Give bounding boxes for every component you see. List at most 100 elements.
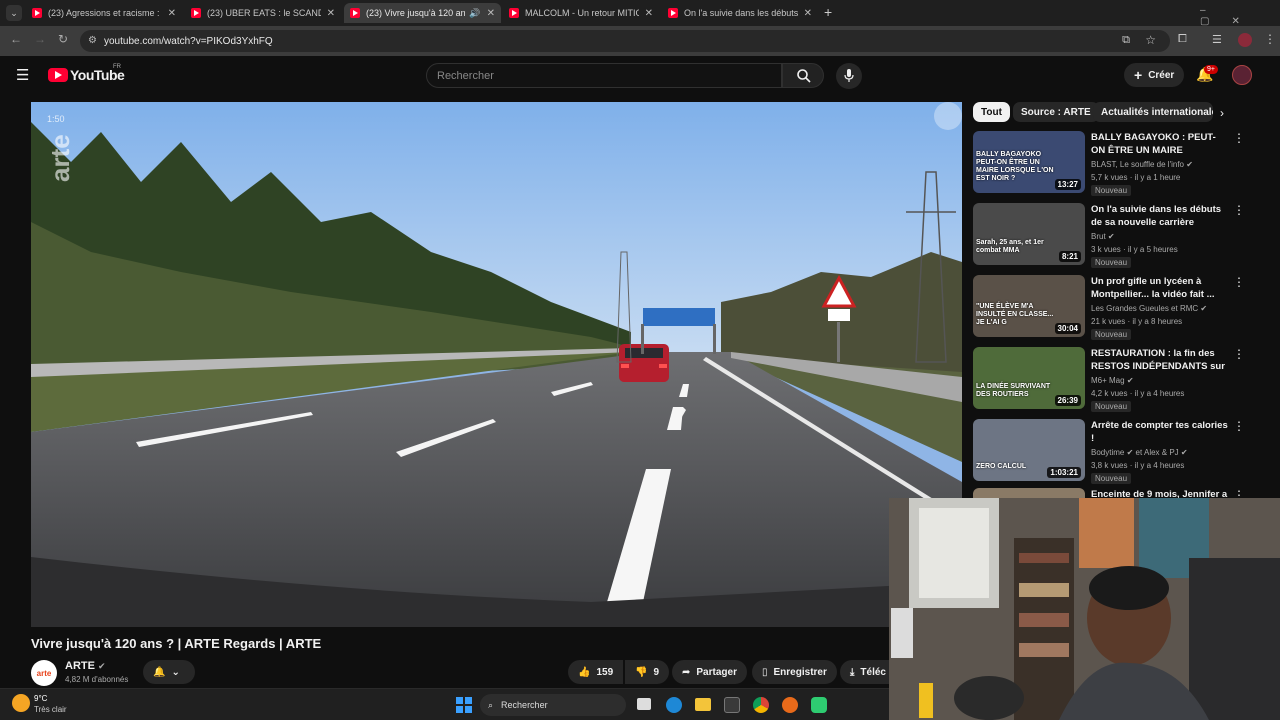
youtube-favicon-icon <box>191 8 201 18</box>
file-explorer-icon[interactable] <box>695 698 711 711</box>
create-button[interactable]: + Créer <box>1124 63 1185 87</box>
recommended-video-title[interactable]: Un prof gifle un lycéen à Montpellier...… <box>1091 275 1229 301</box>
site-info-icon[interactable]: ⚙ <box>88 35 97 46</box>
chrome-menu-icon[interactable]: ⋮ <box>1264 32 1276 46</box>
recommended-channel-row[interactable]: Bodytime ✔ et Alex & PJ ✔ <box>1091 448 1188 457</box>
recommended-video-title[interactable]: On l'a suivie dans les débuts de sa nouv… <box>1091 203 1229 229</box>
reading-list-icon[interactable]: ☰ <box>1212 33 1222 46</box>
browser-tab-active[interactable]: (23) Vivre jusqu'à 120 ans ? 🔊 ✕ <box>344 3 501 23</box>
edge-icon[interactable] <box>666 697 682 713</box>
channel-avatar[interactable]: arte <box>31 660 57 686</box>
window-controls[interactable]: –▢✕ <box>1200 5 1280 27</box>
recommended-video[interactable]: ZERO CALCUL 1:03:21 Arrête de compter tes … <box>973 419 1263 485</box>
bell-icon: 🔔 <box>153 666 166 678</box>
browser-tab[interactable]: On l'a suivie dans les débuts de ✕ <box>662 3 818 23</box>
like-button[interactable]: 👍 159 <box>568 660 624 684</box>
profile-avatar[interactable] <box>1238 33 1252 47</box>
video-duration: 30:04 <box>1054 323 1081 334</box>
more-actions-icon[interactable]: ⋮ <box>1233 131 1245 145</box>
save-button[interactable]: ▯ Enregistrer <box>752 660 837 684</box>
cast-icon[interactable]: ⧉ <box>1122 34 1130 47</box>
plus-icon: + <box>1134 67 1143 83</box>
video-thumbnail[interactable]: LA DINÉE SURVIVANT DES ROUTIERS 26:39 <box>973 347 1085 409</box>
recommended-video[interactable]: BALLY BAGAYOKO PEUT-ON ÊTRE UN MAIRE LOR… <box>973 131 1263 197</box>
recommended-channel-row[interactable]: Les Grandes Gueules et RMC ✔ <box>1091 304 1207 313</box>
user-avatar[interactable] <box>1232 65 1252 85</box>
chevron-down-icon: ⌄ <box>171 666 180 678</box>
chips-next-chevron-icon[interactable]: › <box>1220 106 1224 120</box>
channel-name-text: ARTE <box>65 660 95 672</box>
search-button[interactable] <box>782 63 824 88</box>
filter-chip-international[interactable]: Actualités internationales <box>1093 102 1213 122</box>
close-tab-icon[interactable]: ✕ <box>168 8 176 19</box>
store-icon[interactable] <box>724 697 740 713</box>
close-tab-icon[interactable]: ✕ <box>327 8 335 19</box>
firefox-icon[interactable] <box>782 697 798 713</box>
new-tab-button[interactable]: + <box>824 4 832 20</box>
recommended-channel-row[interactable]: Brut ✔ <box>1091 232 1115 241</box>
tab-search-button[interactable]: ⌄ <box>6 5 22 21</box>
channel-name[interactable]: ARTE ✔ <box>65 660 106 672</box>
back-icon[interactable]: ← <box>10 32 22 46</box>
more-actions-icon[interactable]: ⋮ <box>1233 203 1245 217</box>
bookmark-star-icon[interactable]: ☆ <box>1145 33 1156 47</box>
weather-temperature: 9°C <box>34 694 48 703</box>
extensions-icon[interactable]: ⧠ <box>1178 33 1187 46</box>
video-thumbnail[interactable]: Sarah, 25 ans, et 1er combat MMA 8:21 <box>973 203 1085 265</box>
video-thumbnail[interactable]: ZERO CALCUL 1:03:21 <box>973 419 1085 481</box>
address-bar[interactable]: ⚙ youtube.com/watch?v=PIKOd3YxhFQ ⧉ ☆ <box>80 30 1170 52</box>
weather-icon[interactable] <box>12 694 30 712</box>
region-label: FR <box>113 64 121 70</box>
video-thumbnail[interactable]: "UNE ÉLÈVE M'A INSULTÉ EN CLASSE... JE L… <box>973 275 1085 337</box>
download-icon: ⤓ <box>850 666 855 678</box>
voice-search-button[interactable] <box>836 63 862 89</box>
browser-tab[interactable]: MALCOLM - Un retour MITIGÉ ✕ <box>503 3 659 23</box>
video-title: Vivre jusqu'à 120 ans ? | ARTE Regards |… <box>31 636 322 651</box>
browser-tab[interactable]: (23) Agressions et racisme : le d ✕ <box>26 3 182 23</box>
reload-icon[interactable]: ↻ <box>58 32 68 46</box>
task-view-icon[interactable] <box>637 698 651 710</box>
share-button[interactable]: ➦ Partager <box>672 660 747 684</box>
filter-chip-source-arte[interactable]: Source : ARTE <box>1013 102 1099 122</box>
close-tab-icon[interactable]: ✕ <box>487 8 495 19</box>
recommended-video[interactable]: LA DINÉE SURVIVANT DES ROUTIERS 26:39 REST… <box>973 347 1263 413</box>
video-thumbnail[interactable]: BALLY BAGAYOKO PEUT-ON ÊTRE UN MAIRE LOR… <box>973 131 1085 193</box>
recommended-video[interactable]: "UNE ÉLÈVE M'A INSULTÉ EN CLASSE... JE L… <box>973 275 1263 341</box>
more-actions-icon[interactable]: ⋮ <box>1233 347 1245 361</box>
hamburger-menu-icon[interactable]: ☰ <box>16 66 29 84</box>
thumbnail-caption: ZERO CALCUL <box>976 463 1027 470</box>
microphone-icon <box>844 69 854 82</box>
chrome-icon[interactable] <box>753 697 769 713</box>
download-button[interactable]: ⤓ Téléc <box>840 660 889 684</box>
new-badge: Nouveau <box>1091 473 1132 484</box>
more-actions-icon[interactable]: ⋮ <box>1233 275 1245 289</box>
windows-start-icon[interactable] <box>456 697 472 713</box>
subscription-bell-button[interactable]: 🔔 ⌄ <box>143 660 195 684</box>
recommended-video[interactable]: Sarah, 25 ans, et 1er combat MMA 8:21 On l… <box>973 203 1263 269</box>
recommended-video-title[interactable]: RESTAURATION : la fin des RESTOS INDÉPEN… <box>1091 347 1229 373</box>
tab-title: On l'a suivie dans les débuts de <box>684 8 798 18</box>
search-placeholder: Rechercher <box>437 69 494 82</box>
recommended-video-meta: 3 k vues · il y a 5 heures <box>1091 245 1178 254</box>
recommended-channel-row[interactable]: M6+ Mag ✔ <box>1091 376 1134 385</box>
recommended-video-title[interactable]: BALLY BAGAYOKO : PEUT-ON ÊTRE UN MAIRE L… <box>1091 131 1229 157</box>
search-input[interactable]: Rechercher <box>426 63 782 88</box>
recommended-channel-row[interactable]: BLAST, Le souffle de l'info ✔ <box>1091 160 1193 169</box>
close-tab-icon[interactable]: ✕ <box>804 8 812 19</box>
thumbs-down-icon: 👎 <box>635 666 648 678</box>
speaker-icon[interactable]: 🔊 <box>469 8 480 19</box>
filter-chip-all[interactable]: Tout <box>973 102 1010 122</box>
close-tab-icon[interactable]: ✕ <box>645 8 653 19</box>
recommended-video-title[interactable]: Arrête de compter tes calories ! <box>1091 419 1229 445</box>
more-actions-icon[interactable]: ⋮ <box>1233 419 1245 433</box>
url-text: youtube.com/watch?v=PIKOd3YxhFQ <box>104 35 273 47</box>
taskbar-search[interactable]: ⌕ Rechercher <box>480 694 626 716</box>
dislike-button[interactable]: 👎 9 <box>625 660 670 684</box>
app-icon[interactable] <box>811 697 827 713</box>
browser-tab[interactable]: (23) UBER EATS : le SCANDALE ✕ <box>185 3 341 23</box>
like-count: 159 <box>596 666 614 678</box>
forward-icon[interactable]: → <box>34 32 46 46</box>
video-player[interactable]: 1:50 arte <box>31 102 962 627</box>
youtube-logo-icon[interactable] <box>48 68 68 82</box>
save-label: Enregistrer <box>773 666 827 678</box>
